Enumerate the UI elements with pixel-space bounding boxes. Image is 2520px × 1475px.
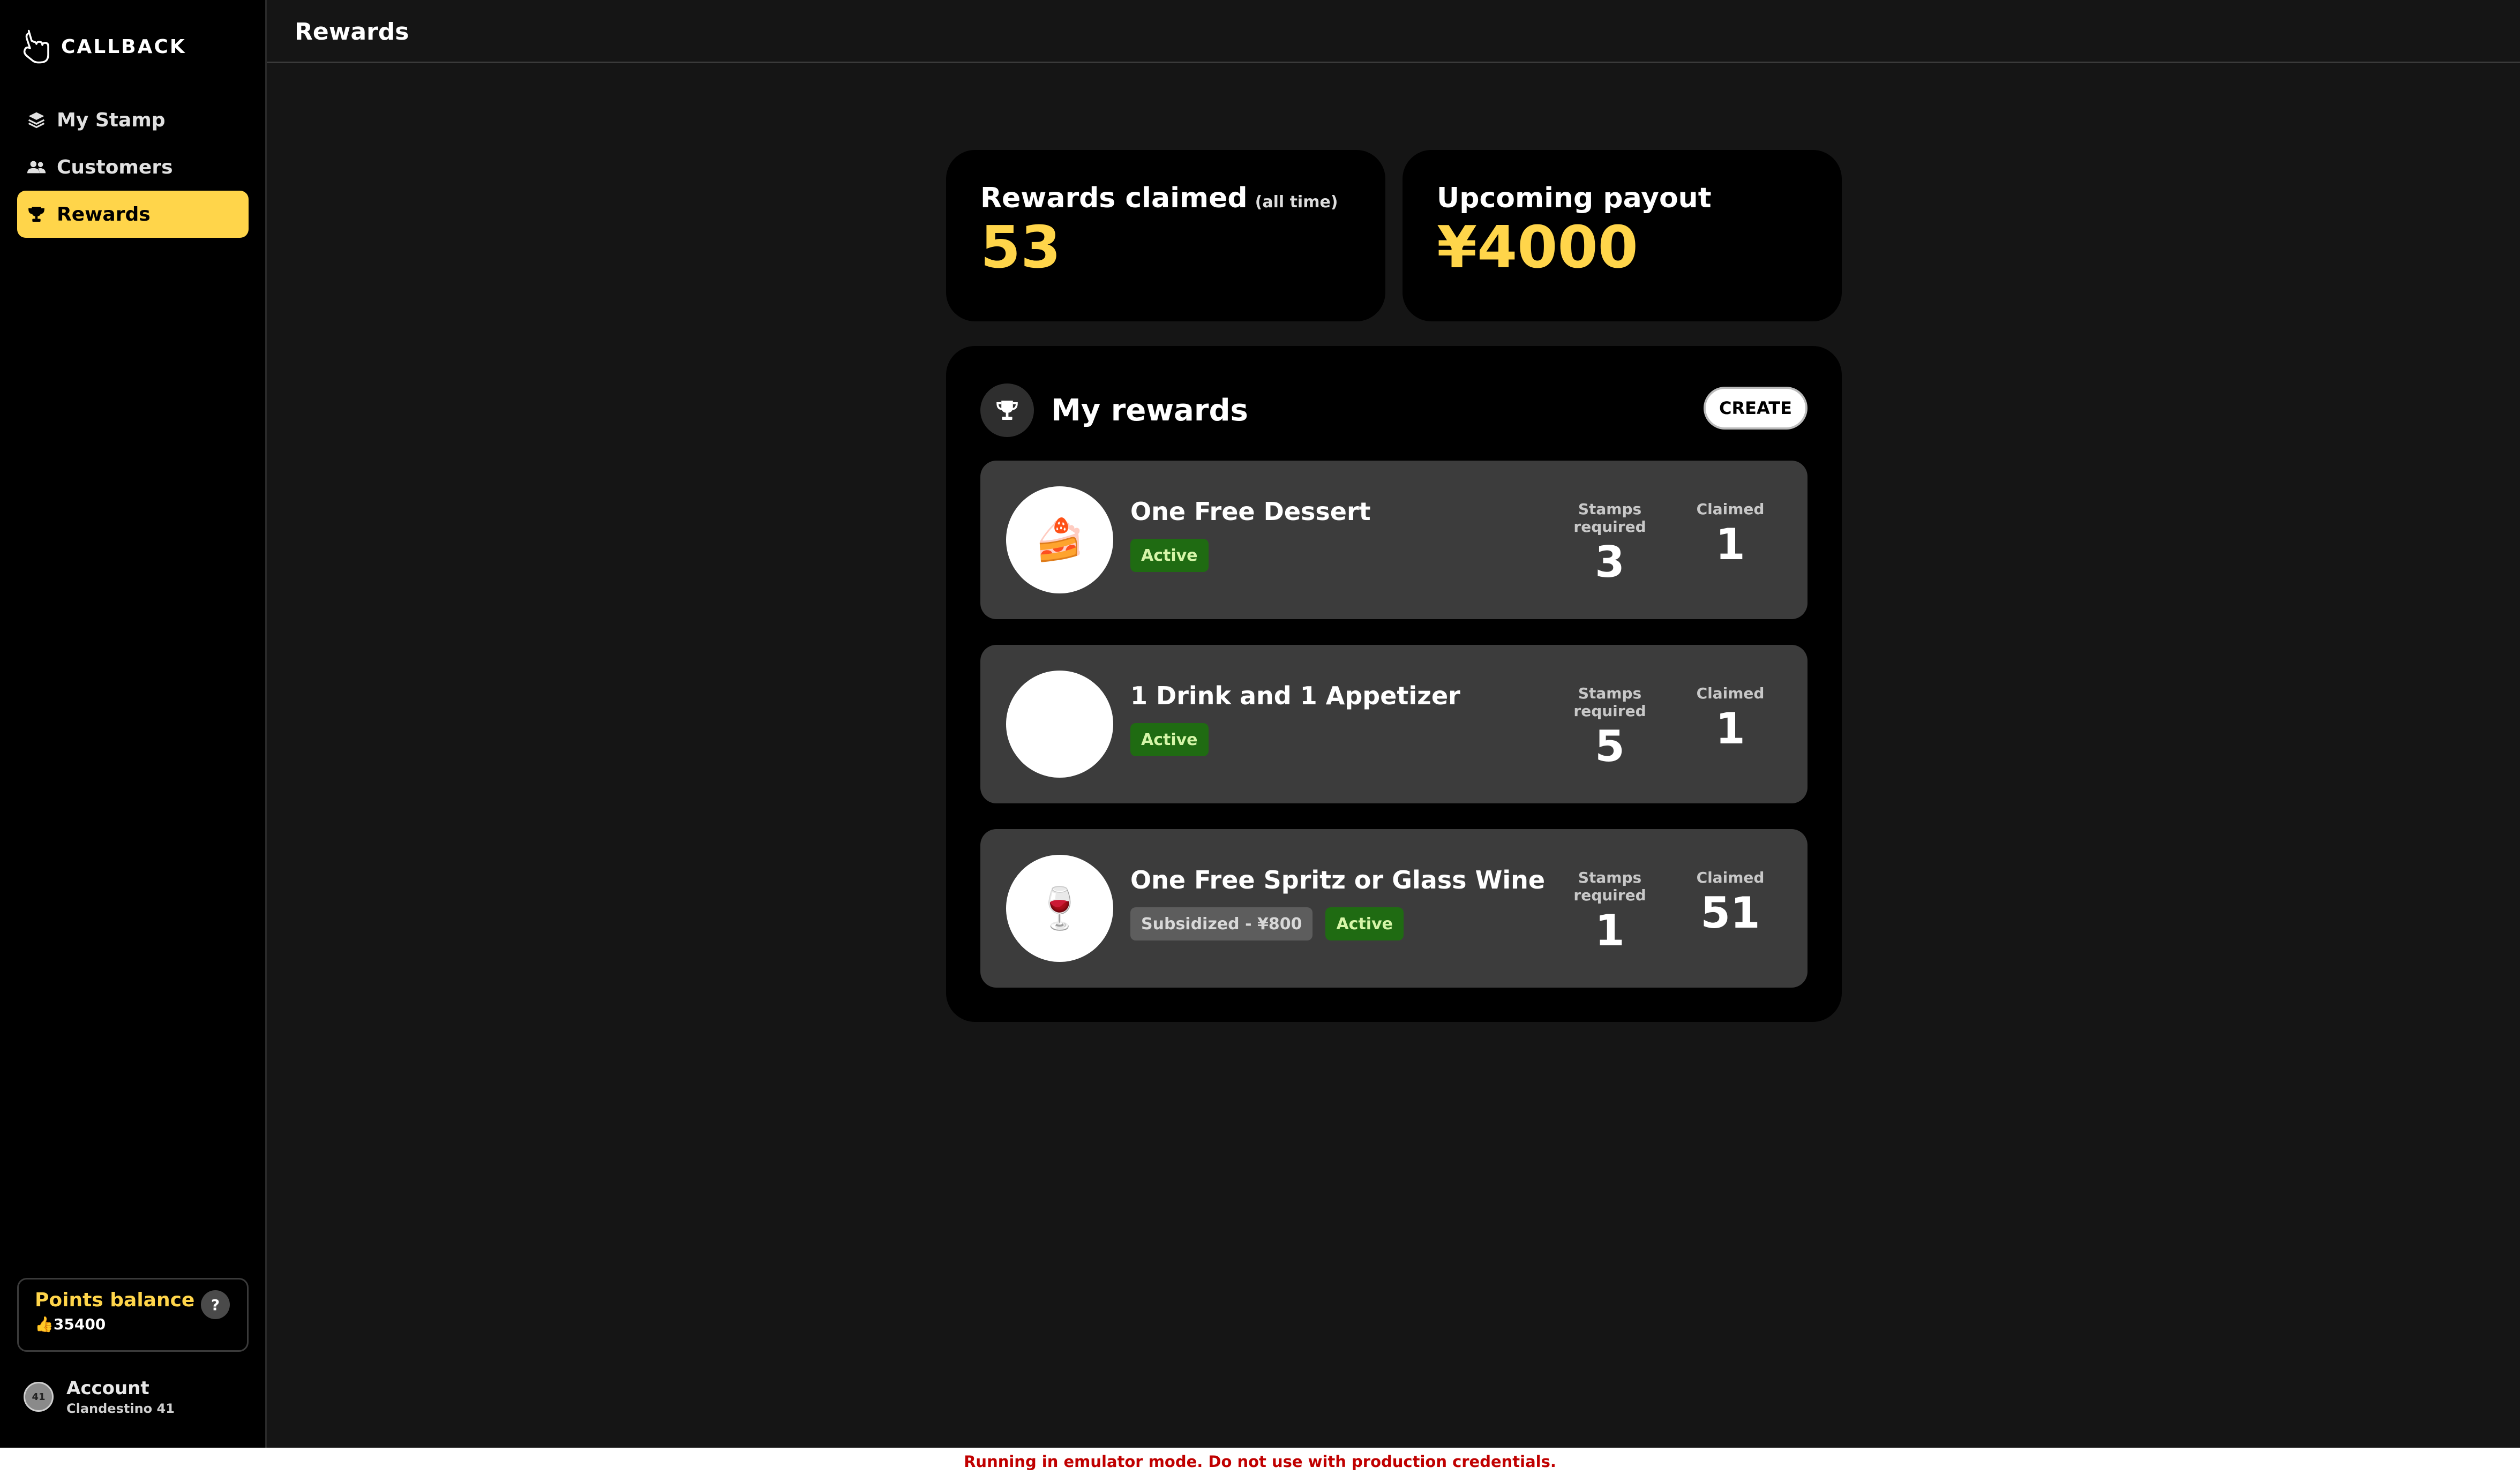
status-badge: Active xyxy=(1325,907,1404,940)
trophy-icon xyxy=(26,204,47,225)
thumbs-up-icon: 👍 xyxy=(35,1315,54,1333)
claimed-count: Claimed 1 xyxy=(1677,684,1784,752)
users-icon xyxy=(26,156,47,178)
stamps-required: Stamps required 1 xyxy=(1543,869,1677,954)
emulator-warning-text: Running in emulator mode. Do not use wit… xyxy=(964,1452,1556,1471)
claimed-count: Claimed 1 xyxy=(1677,500,1784,568)
stat-card-upcoming-payout: Upcoming payout ¥4000 xyxy=(1402,150,1842,321)
panel-title: My rewards xyxy=(1051,393,1248,428)
claimed-header: Claimed xyxy=(1696,684,1765,702)
account-menu[interactable]: 41 Account Clandestino 41 xyxy=(24,1378,175,1416)
stat-label: Upcoming payout xyxy=(1437,182,1808,214)
sidebar-item-label: Customers xyxy=(57,156,173,178)
status-badge: Active xyxy=(1130,723,1209,756)
avatar: 41 xyxy=(24,1382,54,1412)
stamps-required-header: Stamps required xyxy=(1573,500,1646,536)
points-balance-card: Points balance 👍 35400 ? xyxy=(17,1278,249,1352)
panel-header: My rewards xyxy=(980,383,1248,437)
stamps-required: Stamps required 5 xyxy=(1543,684,1677,770)
sidebar-item-label: My Stamp xyxy=(57,109,166,131)
subsidy-badge: Subsidized - ¥800 xyxy=(1130,907,1313,940)
claimed-value: 51 xyxy=(1700,888,1760,938)
trophy-icon xyxy=(980,383,1034,437)
my-rewards-panel: My rewards CREATE 🍰 One Free Dessert Act… xyxy=(946,346,1842,1022)
heart-eyes-icon: 😍 xyxy=(1006,671,1113,778)
reward-card[interactable]: 🍷 One Free Spritz or Glass Wine Subsidiz… xyxy=(980,829,1808,988)
account-name: Clandestino 41 xyxy=(66,1401,175,1416)
claimed-value: 1 xyxy=(1715,704,1745,754)
layers-icon xyxy=(26,109,47,131)
sidebar-item-rewards[interactable]: Rewards xyxy=(17,191,249,238)
stat-value: 53 xyxy=(980,214,1061,281)
page-title: Rewards xyxy=(295,18,409,46)
stat-label-note: (all time) xyxy=(1255,193,1338,212)
stat-value: ¥4000 xyxy=(1437,214,1638,281)
points-balance-value: 35400 xyxy=(53,1315,106,1333)
claimed-header: Claimed xyxy=(1696,500,1765,518)
cake-icon: 🍰 xyxy=(1006,486,1113,593)
stat-label-text: Upcoming payout xyxy=(1437,182,1712,214)
stamps-required-header: Stamps required xyxy=(1573,684,1646,720)
reward-tags: Subsidized - ¥800 Active xyxy=(1130,907,1416,940)
reward-card[interactable]: 🍰 One Free Dessert Active Stamps require… xyxy=(980,461,1808,619)
stamps-required-value: 3 xyxy=(1595,537,1625,587)
call-hand-icon xyxy=(23,29,49,64)
sidebar-item-customers[interactable]: Customers xyxy=(17,144,249,191)
create-reward-button[interactable]: CREATE xyxy=(1704,387,1808,430)
claimed-count: Claimed 51 xyxy=(1677,869,1784,937)
brand-name: CALLBACK xyxy=(61,35,186,58)
help-button[interactable]: ? xyxy=(201,1290,230,1319)
status-badge: Active xyxy=(1130,539,1209,572)
reward-name: One Free Spritz or Glass Wine xyxy=(1130,866,1546,894)
stat-label: Rewards claimed (all time) xyxy=(980,182,1351,214)
stamps-required-value: 1 xyxy=(1595,906,1625,955)
stamps-required-value: 5 xyxy=(1595,721,1625,771)
page-header: Rewards xyxy=(267,0,2520,63)
reward-name: 1 Drink and 1 Appetizer xyxy=(1130,681,1460,710)
reward-card[interactable]: 😍 1 Drink and 1 Appetizer Active Stamps … xyxy=(980,645,1808,803)
sidebar-item-my-stamp[interactable]: My Stamp xyxy=(17,96,249,144)
stat-card-rewards-claimed: Rewards claimed (all time) 53 xyxy=(946,150,1385,321)
stamps-required: Stamps required 3 xyxy=(1543,500,1677,586)
stamps-required-header: Stamps required xyxy=(1573,869,1646,904)
wine-glass-icon: 🍷 xyxy=(1006,855,1113,962)
emulator-warning-banner: Running in emulator mode. Do not use wit… xyxy=(0,1448,2520,1475)
reward-tags: Active xyxy=(1130,539,1221,572)
brand-logo[interactable]: CALLBACK xyxy=(19,29,186,64)
sidebar-nav: My Stamp Customers Rewards xyxy=(17,96,249,238)
claimed-header: Claimed xyxy=(1696,869,1765,886)
account-label: Account xyxy=(66,1378,149,1399)
claimed-value: 1 xyxy=(1715,520,1745,569)
stat-label-text: Rewards claimed xyxy=(980,182,1248,214)
points-balance-value-row: 👍 35400 xyxy=(35,1315,231,1333)
sidebar: CALLBACK My Stamp Customers Rewards Poin… xyxy=(0,0,267,1448)
sidebar-item-label: Rewards xyxy=(57,203,151,225)
reward-name: One Free Dessert xyxy=(1130,497,1371,526)
reward-tags: Active xyxy=(1130,723,1221,756)
